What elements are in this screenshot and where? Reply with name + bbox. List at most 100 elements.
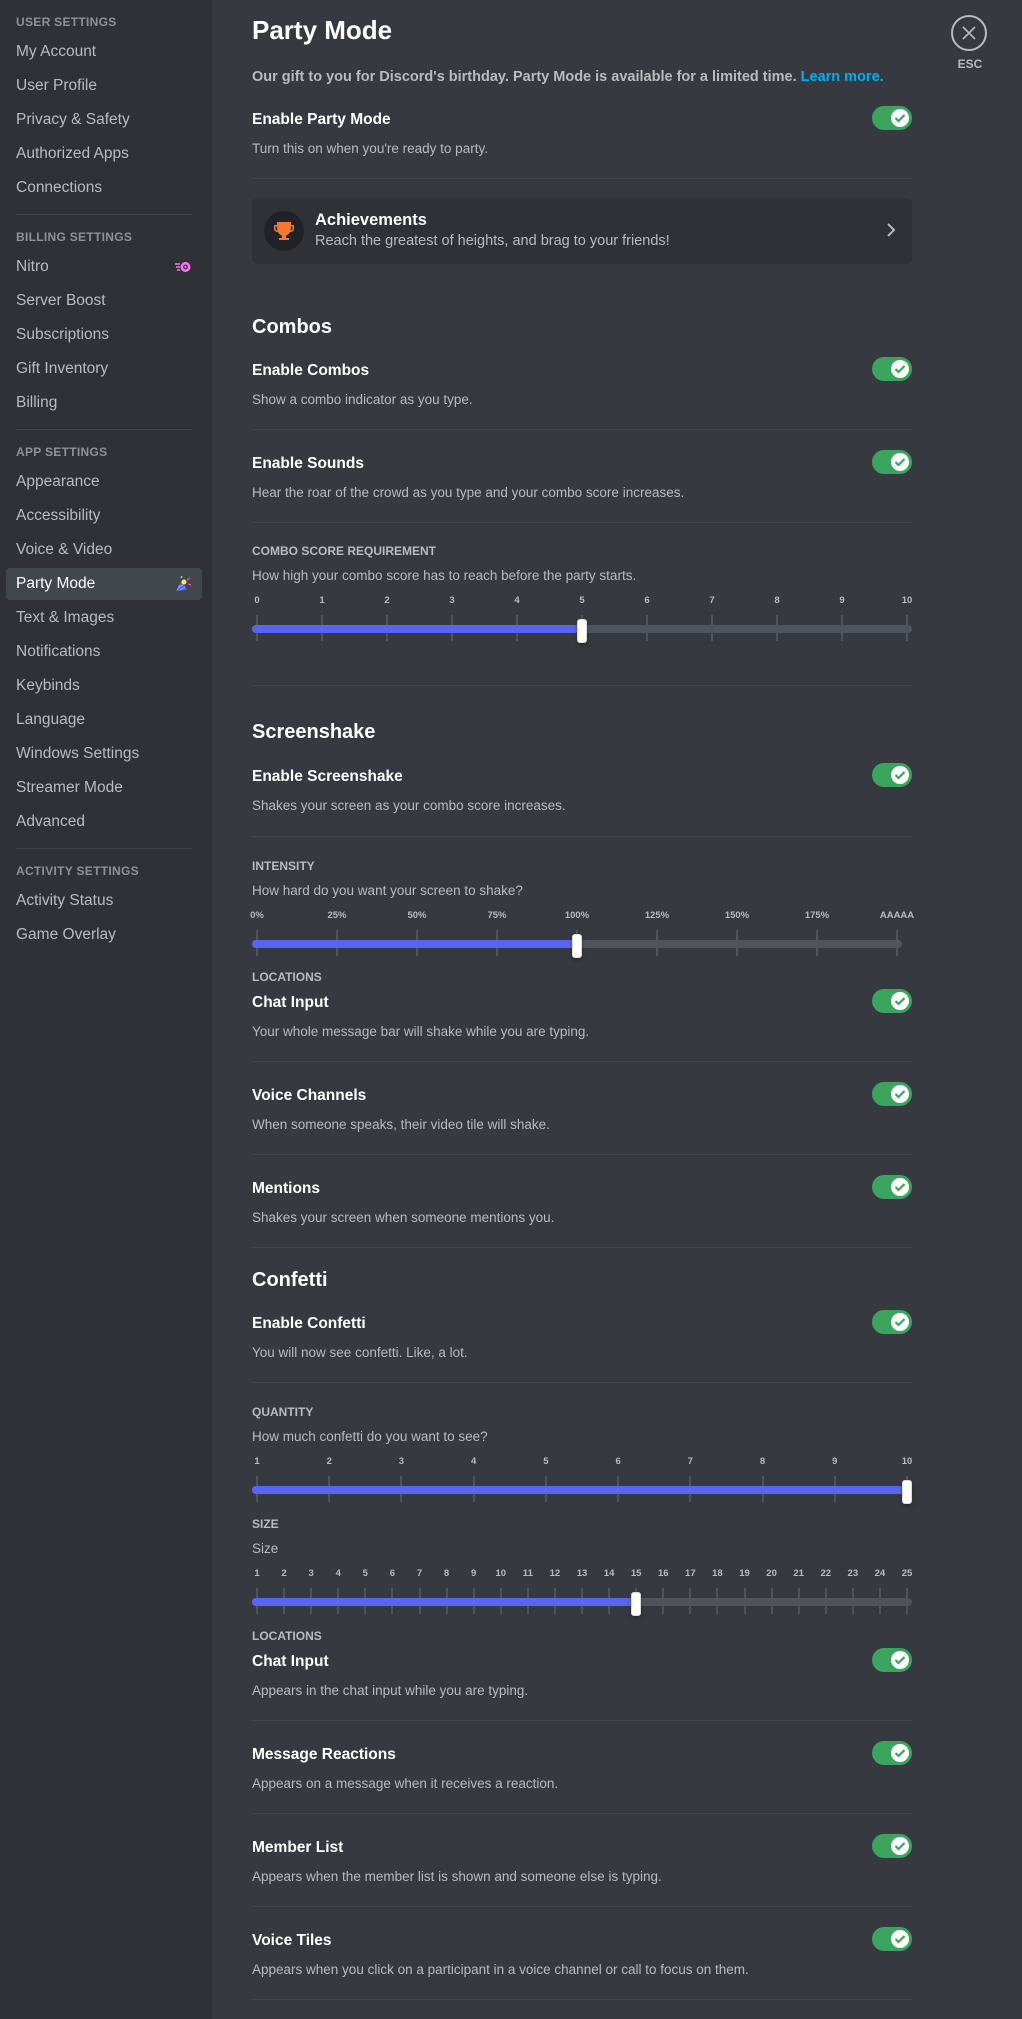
slider-tick-label: 7 xyxy=(416,1568,423,1579)
slider-fill xyxy=(252,940,577,948)
toggle-switch[interactable] xyxy=(872,106,912,130)
sidebar-item-game-overlay[interactable]: Game Overlay xyxy=(6,919,202,951)
combo-requirement-slider[interactable]: 0 1 2 3 4 5 6 7 8 9 10 xyxy=(252,595,913,643)
slider-tick xyxy=(770,1588,773,1614)
sidebar-item-windows-settings[interactable]: Windows Settings xyxy=(6,738,202,770)
enable-confetti-row: Enable Confetti You will now see confetti… xyxy=(252,1310,912,1362)
sidebar-item-gift-inventory[interactable]: Gift Inventory xyxy=(6,353,202,385)
sidebar-item-server-boost[interactable]: Server Boost xyxy=(6,285,202,317)
checkmark-icon xyxy=(894,1183,906,1192)
sidebar-item-connections[interactable]: Connections xyxy=(6,172,202,204)
slider-tick-label: 10 xyxy=(901,595,913,606)
close-area: ESC xyxy=(951,15,989,71)
sidebar-item-my-account[interactable]: My Account xyxy=(6,36,202,68)
slider-handle[interactable] xyxy=(572,934,582,958)
location-row: Chat Input Appears in the chat input whil… xyxy=(252,1648,912,1700)
toggle-switch[interactable] xyxy=(872,1175,912,1199)
achievements-card[interactable]: Achievements Reach the greatest of heigh… xyxy=(252,198,912,264)
sidebar-item-advanced[interactable]: Advanced xyxy=(6,806,202,838)
quantity-desc: How much confetti do you want to see? xyxy=(252,1429,488,1444)
sidebar-item-subscriptions[interactable]: Subscriptions xyxy=(6,319,202,351)
sidebar-item-streamer-mode[interactable]: Streamer Mode xyxy=(6,772,202,804)
toggle-switch[interactable] xyxy=(872,357,912,381)
enable-party-mode-row: Enable Party Mode Turn this on when you'r… xyxy=(252,106,912,158)
chevron-right-icon xyxy=(887,223,896,237)
sidebar-item-language[interactable]: Language xyxy=(6,704,202,736)
checkmark-icon xyxy=(894,1090,906,1099)
sidebar-item-appearance[interactable]: Appearance xyxy=(6,466,202,498)
sidebar-item-label: Notifications xyxy=(16,643,101,660)
size-label: Size xyxy=(252,1517,279,1531)
slider-handle[interactable] xyxy=(631,1592,642,1616)
location-row: Member List Appears when the member list … xyxy=(252,1834,912,1886)
slider-tick-label: 9 xyxy=(471,1568,477,1579)
setting-title: Member List xyxy=(252,1839,344,1856)
slider-handle[interactable] xyxy=(577,619,587,643)
slider-tick-label: 16 xyxy=(657,1568,669,1579)
toggle-switch[interactable] xyxy=(872,1310,912,1334)
toggle-switch[interactable] xyxy=(872,450,912,474)
sidebar-item-nitro[interactable]: Nitro xyxy=(6,251,202,283)
close-button[interactable] xyxy=(951,15,987,51)
sidebar-item-authorized-apps[interactable]: Authorized Apps xyxy=(6,138,202,170)
slider-tick-label: 25% xyxy=(327,910,347,921)
enable-sounds-row: Enable Sounds Hear the roar of the crowd … xyxy=(252,450,912,502)
toggle-knob xyxy=(891,766,909,784)
sidebar-item-label: Privacy & Safety xyxy=(16,111,130,128)
sidebar-item-text-images[interactable]: Text & Images xyxy=(6,602,202,634)
setting-description: Appears when the member list is shown an… xyxy=(252,1869,662,1884)
sidebar-item-party-mode[interactable]: Party Mode xyxy=(6,568,202,600)
setting-title: Mentions xyxy=(252,1180,321,1197)
sidebar-item-voice-video[interactable]: Voice & Video xyxy=(6,534,202,566)
setting-description: Shakes your screen as your combo score i… xyxy=(252,798,566,813)
slider-tick xyxy=(878,1588,881,1614)
slider-tick-label: 15 xyxy=(630,1568,642,1579)
checkmark-icon xyxy=(894,1656,906,1665)
toggle-knob xyxy=(891,1178,909,1196)
sidebar-item-billing[interactable]: Billing xyxy=(6,387,202,419)
slider-tick-label: 17 xyxy=(685,1568,696,1579)
slider-tick-label: 1 xyxy=(254,1456,260,1467)
sidebar-item-accessibility[interactable]: Accessibility xyxy=(6,500,202,532)
toggle-switch[interactable] xyxy=(872,1648,912,1672)
screenshake-locations: Chat Input Your whole message bar will sh… xyxy=(252,989,912,1248)
checkmark-icon xyxy=(894,1749,906,1758)
toggle-switch[interactable] xyxy=(872,1834,912,1858)
slider-tick xyxy=(662,1588,665,1614)
sidebar-item-privacy-safety[interactable]: Privacy & Safety xyxy=(6,104,202,136)
toggle-switch[interactable] xyxy=(872,1741,912,1765)
slider-tick-label: 5 xyxy=(362,1568,368,1579)
toggle-knob xyxy=(891,360,909,378)
slider-tick xyxy=(743,1588,746,1614)
slider-tick-label: 4 xyxy=(514,595,520,606)
slider-handle[interactable] xyxy=(902,1480,912,1504)
slider-tick-label: 10 xyxy=(901,1456,913,1467)
toggle-switch[interactable] xyxy=(872,1927,912,1951)
combo-requirement-label: Combo Score Requirement xyxy=(252,544,437,558)
nitro-icon xyxy=(175,262,191,272)
sidebar-item-activity-status[interactable]: Activity Status xyxy=(6,885,202,917)
sidebar-item-user-profile[interactable]: User Profile xyxy=(6,70,202,102)
slider-tick-label: 7 xyxy=(709,595,715,606)
sidebar-item-label: Appearance xyxy=(16,473,100,490)
setting-description: Show a combo indicator as you type. xyxy=(252,392,473,407)
checkmark-icon xyxy=(894,1842,906,1851)
setting-description: Appears on a message when it receives a … xyxy=(252,1776,559,1791)
sidebar-item-label: Connections xyxy=(16,179,103,196)
quantity-slider[interactable]: 1 2 3 4 5 6 7 8 9 10 xyxy=(252,1456,913,1504)
slider-tick-label: 25 xyxy=(901,1568,913,1579)
achievements-title: Achievements xyxy=(315,211,427,229)
slider-tick-label: 0 xyxy=(254,595,260,606)
sidebar-item-notifications[interactable]: Notifications xyxy=(6,636,202,668)
intensity-slider[interactable]: 0% 25% 50% 75% 100% 125% 150% 175% AAAAA xyxy=(250,910,914,958)
sidebar-item-keybinds[interactable]: Keybinds xyxy=(6,670,202,702)
slider-tick-label: 8 xyxy=(774,595,780,606)
size-slider[interactable]: 1 2 3 4 5 6 7 8 9 10 11 12 13 14 15 16 17 18 19 20 21 22 23 24 2… xyxy=(252,1568,913,1616)
party-hat-icon xyxy=(176,576,192,591)
toggle-switch[interactable] xyxy=(872,1082,912,1106)
setting-description: You will now see confetti. Like, a lot. xyxy=(252,1345,468,1360)
setting-description: Shakes your screen when someone mentions… xyxy=(252,1210,555,1225)
learn-more-link[interactable]: Learn more. xyxy=(801,69,884,85)
toggle-switch[interactable] xyxy=(872,989,912,1013)
toggle-switch[interactable] xyxy=(872,763,912,787)
